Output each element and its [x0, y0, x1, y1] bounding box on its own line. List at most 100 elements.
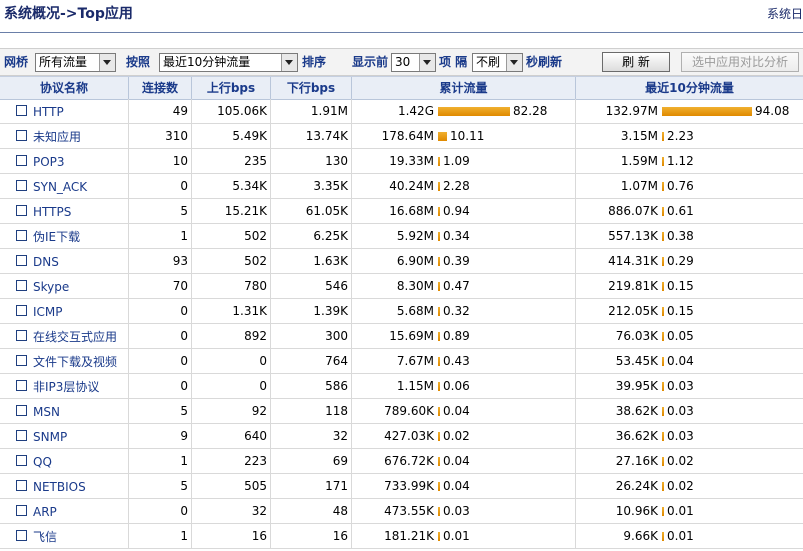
- recent-traffic-cell: 414.31K: [608, 254, 658, 268]
- total-traffic-percent: 0.04: [443, 404, 470, 418]
- refresh-button[interactable]: 刷 新: [602, 52, 670, 72]
- chevron-down-icon[interactable]: [99, 54, 115, 71]
- items-interval-label: 项 隔: [439, 55, 468, 69]
- table-row[interactable]: ICMP 0 1.31K 1.39K 5.68M 0.32 212.05K 0.15: [0, 299, 803, 324]
- row-checkbox[interactable]: [16, 105, 27, 116]
- protocol-name-link[interactable]: ARP: [33, 499, 57, 524]
- table-row[interactable]: 伪IE下载 1 502 6.25K 5.92M 0.34 557.13K 0.38: [0, 224, 803, 249]
- row-checkbox[interactable]: [16, 155, 27, 166]
- recent-traffic-bar: [662, 257, 664, 266]
- sort-by-label: 按照: [126, 55, 151, 69]
- total-traffic-bar: [438, 257, 440, 266]
- row-checkbox[interactable]: [16, 505, 27, 516]
- downstream-cell: 1.63K: [313, 254, 348, 268]
- row-checkbox[interactable]: [16, 455, 27, 466]
- protocol-name-link[interactable]: POP3: [33, 149, 65, 174]
- table-row[interactable]: 在线交互式应用 0 892 300 15.69M 0.89 76.03K 0.05: [0, 324, 803, 349]
- table-row[interactable]: POP3 10 235 130 19.33M 1.09 1.59M 1.12: [0, 149, 803, 174]
- table-row[interactable]: DNS 93 502 1.63K 6.90M 0.39 414.31K 0.29: [0, 249, 803, 274]
- table-row[interactable]: SNMP 9 640 32 427.03K 0.02 36.62K 0.03: [0, 424, 803, 449]
- col-connections[interactable]: 连接数: [129, 77, 191, 99]
- connections-cell: 9: [180, 429, 188, 443]
- row-checkbox[interactable]: [16, 305, 27, 316]
- protocol-name-link[interactable]: QQ: [33, 449, 52, 474]
- row-checkbox[interactable]: [16, 405, 27, 416]
- bridge-select[interactable]: 所有流量: [35, 53, 116, 72]
- protocol-name-link[interactable]: SNMP: [33, 424, 67, 449]
- row-checkbox[interactable]: [16, 230, 27, 241]
- protocol-name-link[interactable]: 未知应用: [33, 124, 81, 149]
- row-checkbox[interactable]: [16, 480, 27, 491]
- table-row[interactable]: Skype 70 780 546 8.30M 0.47 219.81K 0.15: [0, 274, 803, 299]
- protocol-name-link[interactable]: Skype: [33, 274, 69, 299]
- protocol-name-link[interactable]: 文件下载及视频: [33, 349, 117, 374]
- total-traffic-percent: 0.32: [443, 304, 470, 318]
- row-checkbox[interactable]: [16, 430, 27, 441]
- protocol-name-link[interactable]: 非IP3层协议: [33, 374, 99, 399]
- show-count-select[interactable]: 30: [391, 53, 436, 72]
- protocol-name-link[interactable]: MSN: [33, 399, 60, 424]
- table-row[interactable]: 飞信 1 16 16 181.21K 0.01 9.66K 0.01: [0, 524, 803, 549]
- total-traffic-percent: 2.28: [443, 179, 470, 193]
- row-checkbox[interactable]: [16, 280, 27, 291]
- connections-cell: 310: [165, 129, 188, 143]
- protocol-name-link[interactable]: 伪IE下载: [33, 224, 80, 249]
- row-checkbox[interactable]: [16, 205, 27, 216]
- table-row[interactable]: QQ 1 223 69 676.72K 0.04 27.16K 0.02: [0, 449, 803, 474]
- col-downstream[interactable]: 下行bps: [271, 77, 351, 99]
- row-checkbox[interactable]: [16, 130, 27, 141]
- recent-traffic-cell: 886.07K: [608, 204, 658, 218]
- recent-traffic-percent: 0.15: [667, 304, 694, 318]
- recent-traffic-bar: [662, 357, 664, 366]
- recent-traffic-bar: [662, 307, 664, 316]
- protocol-name-link[interactable]: HTTP: [33, 99, 64, 124]
- downstream-cell: 6.25K: [313, 229, 348, 243]
- total-traffic-cell: 8.30M: [396, 279, 434, 293]
- connections-cell: 1: [180, 229, 188, 243]
- protocol-name-link[interactable]: 飞信: [33, 524, 57, 549]
- recent-traffic-cell: 9.66K: [623, 529, 658, 543]
- chevron-down-icon[interactable]: [281, 54, 297, 71]
- total-traffic-bar: [438, 432, 440, 441]
- title-bar: 系统概况->Top应用 系统日: [0, 0, 803, 28]
- row-checkbox[interactable]: [16, 380, 27, 391]
- downstream-cell: 32: [332, 429, 348, 443]
- connections-cell: 5: [180, 404, 188, 418]
- table-row[interactable]: NETBIOS 5 505 171 733.99K 0.04 26.24K 0.02: [0, 474, 803, 499]
- col-protocol[interactable]: 协议名称: [0, 77, 128, 99]
- table-row[interactable]: ARP 0 32 48 473.55K 0.03 10.96K 0.01: [0, 499, 803, 524]
- row-checkbox[interactable]: [16, 255, 27, 266]
- table-row[interactable]: 文件下载及视频 0 0 764 7.67M 0.43 53.45K 0.04: [0, 349, 803, 374]
- col-recent-traffic[interactable]: 最近10分钟流量: [576, 77, 803, 99]
- refresh-interval-select[interactable]: 不刷: [472, 53, 523, 72]
- chevron-down-icon[interactable]: [506, 54, 522, 71]
- row-checkbox[interactable]: [16, 180, 27, 191]
- protocol-name-link[interactable]: NETBIOS: [33, 474, 86, 499]
- total-traffic-cell: 15.69M: [389, 329, 434, 343]
- table-row[interactable]: MSN 5 92 118 789.60K 0.04 38.62K 0.03: [0, 399, 803, 424]
- protocol-name-link[interactable]: ICMP: [33, 299, 63, 324]
- protocol-name-link[interactable]: DNS: [33, 249, 59, 274]
- compare-selected-button[interactable]: 选中应用对比分析: [681, 52, 799, 72]
- table-row[interactable]: 非IP3层协议 0 0 586 1.15M 0.06 39.95K 0.03: [0, 374, 803, 399]
- table-row[interactable]: 未知应用 310 5.49K 13.74K 178.64M 10.11 3.15M 2.23: [0, 124, 803, 149]
- table-row[interactable]: SYN_ACK 0 5.34K 3.35K 40.24M 2.28 1.07M 0.76: [0, 174, 803, 199]
- col-upstream[interactable]: 上行bps: [192, 77, 270, 99]
- row-checkbox[interactable]: [16, 330, 27, 341]
- connections-cell: 0: [180, 304, 188, 318]
- row-checkbox[interactable]: [16, 530, 27, 541]
- protocol-name-link[interactable]: 在线交互式应用: [33, 324, 117, 349]
- sort-by-select[interactable]: 最近10分钟流量: [159, 53, 298, 72]
- total-traffic-percent: 0.03: [443, 504, 470, 518]
- recent-traffic-cell: 26.24K: [615, 479, 658, 493]
- col-total-traffic[interactable]: 累计流量: [352, 77, 575, 99]
- chevron-down-icon[interactable]: [419, 54, 435, 71]
- total-traffic-cell: 5.68M: [396, 304, 434, 318]
- system-link[interactable]: 系统日: [767, 5, 803, 22]
- table-row[interactable]: HTTP 49 105.06K 1.91M 1.42G 82.28 132.97M 94.08: [0, 99, 803, 124]
- protocol-name-link[interactable]: HTTPS: [33, 199, 71, 224]
- downstream-cell: 546: [325, 279, 348, 293]
- row-checkbox[interactable]: [16, 355, 27, 366]
- table-row[interactable]: HTTPS 5 15.21K 61.05K 16.68M 0.94 886.07K 0.61: [0, 199, 803, 224]
- protocol-name-link[interactable]: SYN_ACK: [33, 174, 87, 199]
